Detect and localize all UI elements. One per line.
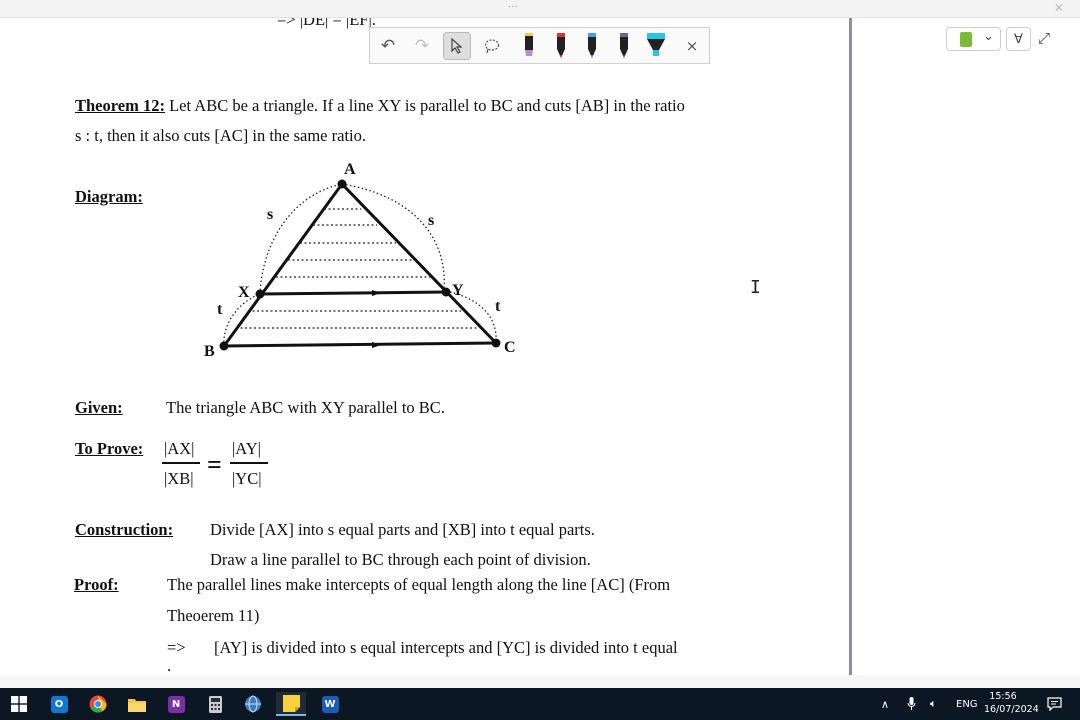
given-text: The triangle ABC with XY parallel to BC. bbox=[166, 398, 445, 417]
construction-line-1: Divide [AX] into s equal parts and [XB] … bbox=[210, 520, 595, 539]
label-s-right: s bbox=[428, 212, 434, 229]
clock-time: 15:56 bbox=[989, 691, 1017, 702]
windows-start-icon[interactable] bbox=[4, 692, 34, 716]
document-page[interactable]: => |DE| = |EF|. Theorem 12: Let ABC be a… bbox=[0, 18, 850, 675]
proof-line-2: Theoerem 11) bbox=[167, 606, 260, 625]
pen-red-icon[interactable] bbox=[547, 32, 575, 60]
file-explorer-icon[interactable] bbox=[122, 692, 152, 716]
text-cursor-icon: I bbox=[750, 277, 761, 298]
proof-line-4-partial: . bbox=[167, 656, 172, 675]
label-a: A bbox=[344, 161, 356, 178]
to-prove-label: To Prove: bbox=[75, 439, 144, 458]
given-label: Given: bbox=[75, 398, 123, 417]
pen-yellow-purple-icon[interactable] bbox=[515, 32, 543, 60]
show-hidden-icons-icon[interactable]: ∧ bbox=[881, 688, 889, 720]
construction-line-2: Draw a line parallel to BC through each … bbox=[210, 550, 591, 569]
highlighter-cyan-icon[interactable] bbox=[642, 32, 670, 60]
language-indicator[interactable]: ENG bbox=[956, 688, 978, 720]
pen-dark-icon[interactable] bbox=[610, 32, 638, 60]
vertex-points bbox=[219, 179, 501, 351]
undo-icon[interactable]: ↶ bbox=[374, 32, 402, 60]
calculator-icon[interactable] bbox=[200, 692, 230, 716]
proof-arrow: => bbox=[167, 638, 186, 657]
volume-icon[interactable]: 🔈︎ bbox=[930, 688, 937, 720]
outlook-icon[interactable]: O bbox=[44, 692, 74, 716]
fraction-bar-left bbox=[162, 462, 200, 464]
fraction-bar-right bbox=[230, 462, 268, 464]
label-y: Y bbox=[452, 282, 464, 299]
redo-icon[interactable]: ↷ bbox=[408, 32, 436, 60]
side-pane bbox=[852, 18, 1080, 675]
browser-icon[interactable] bbox=[238, 692, 268, 716]
construction-label: Construction: bbox=[75, 520, 174, 539]
label-c: C bbox=[504, 339, 516, 356]
label-b: B bbox=[204, 343, 215, 360]
notebook-icon bbox=[960, 32, 972, 47]
label-t-left: t bbox=[217, 301, 223, 318]
clock-date: 16/07/2024 bbox=[984, 704, 1039, 715]
proof-line-3: [AY] is divided into s equal intercepts … bbox=[214, 638, 678, 657]
lasso-icon[interactable] bbox=[478, 32, 506, 60]
label-s-left: s bbox=[267, 206, 273, 223]
pen-blue-icon[interactable] bbox=[578, 32, 606, 60]
cursor-arrow-icon[interactable] bbox=[443, 32, 471, 60]
equals-sign: = bbox=[207, 450, 222, 479]
ink-toolbar: ↶ ↷ × bbox=[369, 27, 710, 64]
ratio-arcs bbox=[223, 183, 497, 347]
fraction-left-numerator: |AX| bbox=[164, 439, 195, 458]
label-x: X bbox=[238, 284, 250, 301]
chevron-down-icon: ⌄ bbox=[983, 29, 994, 44]
notebook-dropdown-button[interactable]: ⌄ bbox=[946, 27, 1001, 51]
onenote-icon[interactable]: N bbox=[161, 692, 191, 716]
drag-handle-icon[interactable]: ··· bbox=[508, 2, 518, 13]
label-t-right: t bbox=[495, 298, 501, 315]
arrow-xy-icon bbox=[372, 290, 381, 296]
clock[interactable]: 15:56 16/07/2024 bbox=[984, 690, 1039, 716]
proof-label: Proof: bbox=[74, 575, 119, 594]
close-icon[interactable]: ✕ bbox=[1054, 1, 1064, 15]
expand-icon[interactable]: ⤢ bbox=[1038, 29, 1050, 47]
word-icon[interactable]: W bbox=[315, 692, 345, 716]
division-lines-lower bbox=[236, 310, 478, 329]
proof-line-1: The parallel lines make intercepts of eq… bbox=[167, 575, 671, 594]
chrome-icon[interactable] bbox=[83, 692, 113, 716]
fraction-right-denominator: |YC| bbox=[232, 469, 262, 488]
close-toolbar-button[interactable]: × bbox=[678, 32, 706, 60]
notifications-icon[interactable] bbox=[1047, 688, 1062, 720]
microphone-icon[interactable] bbox=[907, 688, 916, 720]
sticky-notes-icon[interactable] bbox=[276, 692, 306, 716]
window-title-bar: ··· ✕ bbox=[0, 0, 1080, 18]
taskbar: O N W ∧ 🔈︎ ENG 15:56 16/07/2024 bbox=[0, 688, 1080, 720]
horizontal-scroll-area[interactable] bbox=[0, 675, 1080, 688]
filter-icon[interactable]: ∀ bbox=[1006, 27, 1031, 51]
fraction-right-numerator: |AY| bbox=[232, 439, 261, 458]
fraction-left-denominator: |XB| bbox=[164, 469, 194, 488]
